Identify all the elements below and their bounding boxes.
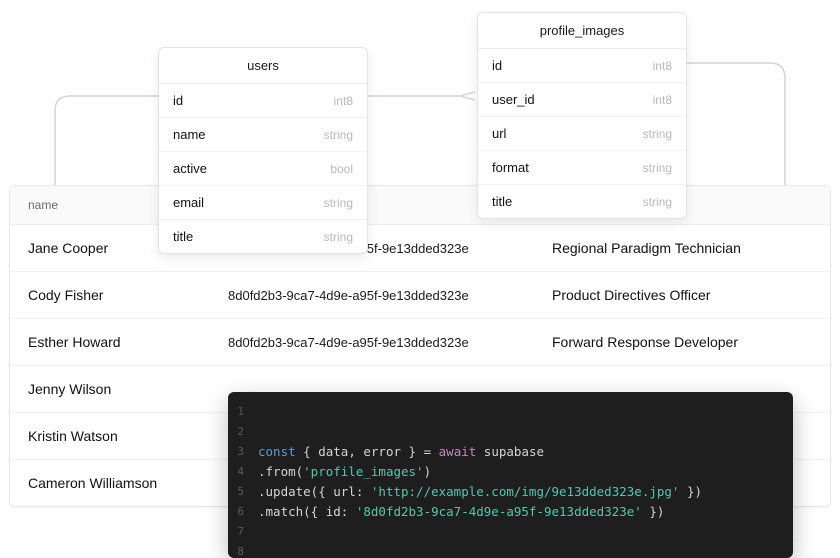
line-number: 7 (228, 522, 258, 542)
code-text: .match({ id: '8d0fd2b3-9ca7-4d9e-a95f-9e… (258, 502, 664, 522)
line-number: 6 (228, 502, 258, 522)
line-number: 3 (228, 442, 258, 462)
schema-col-row: id int8 (159, 84, 367, 118)
schema-col-row: email string (159, 186, 367, 220)
cell-name: Esther Howard (28, 334, 228, 350)
schema-card-title: profile_images (478, 13, 686, 49)
col-type: string (643, 195, 672, 209)
schema-col-row: id int8 (478, 49, 686, 83)
code-snippet[interactable]: 1 2 3const { data, error } = await supab… (228, 392, 793, 558)
col-field: user_id (492, 92, 535, 107)
schema-col-row: active bool (159, 152, 367, 186)
col-type: string (324, 128, 353, 142)
cell-title: Product Directives Officer (552, 287, 812, 303)
schema-col-row: url string (478, 117, 686, 151)
schema-col-row: format string (478, 151, 686, 185)
cell-name: Jenny Wilson (28, 381, 228, 397)
code-text: const { data, error } = await supabase (258, 442, 544, 462)
line-number: 1 (228, 402, 258, 422)
col-field: id (173, 93, 183, 108)
col-field: id (492, 58, 502, 73)
cell-title: Forward Response Developer (552, 334, 812, 350)
connector-profile-to-table (687, 63, 785, 190)
col-type: int8 (653, 59, 672, 73)
line-number: 4 (228, 462, 258, 482)
schema-card-profile-images[interactable]: profile_images id int8 user_id int8 url … (477, 12, 687, 219)
schema-col-row: user_id int8 (478, 83, 686, 117)
cell-uuid: 8d0fd2b3-9ca7-4d9e-a95f-9e13dded323e (228, 335, 552, 350)
cell-name: Kristin Watson (28, 428, 228, 444)
line-number: 2 (228, 422, 258, 442)
col-field: format (492, 160, 529, 175)
cell-name: Cody Fisher (28, 287, 228, 303)
schema-card-title: users (159, 48, 367, 84)
col-type: bool (330, 162, 353, 176)
col-type: string (324, 196, 353, 210)
col-type: string (324, 230, 353, 244)
col-type: int8 (334, 94, 353, 108)
schema-col-row: title string (159, 220, 367, 253)
col-field: active (173, 161, 207, 176)
schema-col-row: name string (159, 118, 367, 152)
connector-users-to-profile (368, 92, 475, 100)
code-text: .update({ url: 'http://example.com/img/9… (258, 482, 702, 502)
line-number: 8 (228, 542, 258, 558)
cell-title: Regional Paradigm Technician (552, 240, 812, 256)
line-number: 5 (228, 482, 258, 502)
table-header-name: name (10, 186, 830, 225)
col-type: int8 (653, 93, 672, 107)
table-row[interactable]: Jane Cooper 8d0fd2b3-9ca7-4d9e-a95f-9e13… (10, 225, 830, 272)
col-field: url (492, 126, 506, 141)
table-row[interactable]: Cody Fisher 8d0fd2b3-9ca7-4d9e-a95f-9e13… (10, 272, 830, 319)
col-type: string (643, 127, 672, 141)
col-field: email (173, 195, 204, 210)
table-row[interactable]: Esther Howard 8d0fd2b3-9ca7-4d9e-a95f-9e… (10, 319, 830, 366)
col-field: name (173, 127, 206, 142)
col-field: title (492, 194, 512, 209)
col-type: string (643, 161, 672, 175)
cell-uuid: 8d0fd2b3-9ca7-4d9e-a95f-9e13dded323e (228, 288, 552, 303)
col-field: title (173, 229, 193, 244)
cell-name: Cameron Williamson (28, 475, 228, 491)
code-text: .from('profile_images') (258, 462, 431, 482)
connector-users-to-table (55, 96, 158, 190)
schema-col-row: title string (478, 185, 686, 218)
schema-card-users[interactable]: users id int8 name string active bool em… (158, 47, 368, 254)
